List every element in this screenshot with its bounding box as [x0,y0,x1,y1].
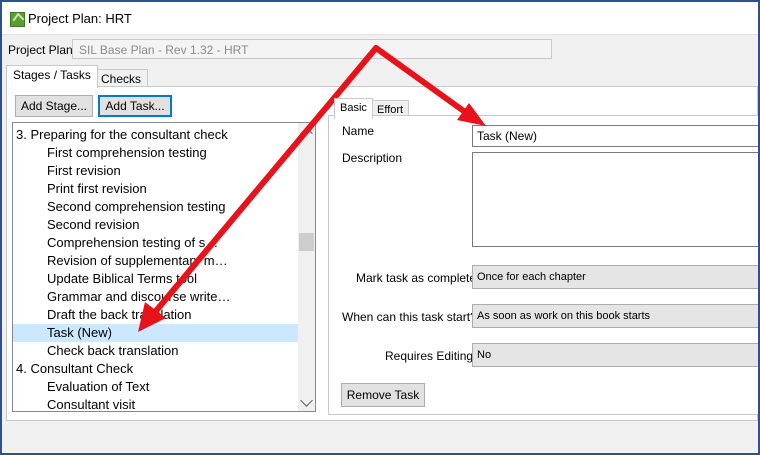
tree-task[interactable]: Update Biblical Terms tool [13,270,315,288]
start-condition-label: When can this task start? [342,310,477,324]
task-detail-panel: Name Task (New) Description Mark task as… [328,115,758,415]
add-task-button[interactable]: Add Task... [98,95,172,117]
tree-stage[interactable]: 4. Consultant Check [13,360,302,378]
tab-basic[interactable]: Basic [334,98,373,119]
requires-editing-select[interactable]: No [472,343,758,367]
tree-task[interactable]: Revision of supplementary m… [13,252,315,270]
tree-task[interactable]: Consultant visit [13,396,315,411]
add-stage-button[interactable]: Add Stage... [15,95,93,117]
scroll-up-icon[interactable] [300,127,313,140]
app-logo-icon [10,12,25,27]
scroll-thumb[interactable] [299,233,314,251]
tree-task[interactable]: Grammar and discourse write… [13,288,315,306]
tree-stage[interactable]: 3. Preparing for the consultant check [13,126,302,144]
remove-task-button[interactable]: Remove Task [341,383,425,407]
project-plan-field[interactable]: SIL Base Plan - Rev 1.32 - HRT [72,39,552,59]
requires-editing-label: Requires Editing [385,349,474,363]
tree-task[interactable]: Check back translation [13,342,315,360]
tree-task-selected[interactable]: Task (New) [13,324,315,342]
tree-task[interactable]: First revision [13,162,315,180]
description-label: Description [342,151,403,165]
name-label: Name [342,124,375,138]
task-name-input[interactable]: Task (New) [472,125,758,147]
start-condition-select[interactable]: As soon as work on this book starts [472,304,758,328]
description-textarea[interactable] [472,152,758,247]
tree-task[interactable]: Second comprehension testing [13,198,315,216]
mark-complete-select[interactable]: Once for each chapter [472,265,758,289]
tree-task[interactable]: Second revision [13,216,315,234]
tree-scrollbar[interactable] [298,123,315,411]
project-plan-window: Project Plan: HRT Project Plan: SIL Base… [2,2,758,453]
stages-tree[interactable]: 3. Preparing for the consultant check Fi… [12,122,316,412]
tree-task[interactable]: Print first revision [13,180,315,198]
tree-task[interactable]: Comprehension testing of s… [13,234,315,252]
tree-task[interactable]: Evaluation of Text [13,378,315,396]
project-plan-label: Project Plan: [8,43,77,57]
window-title: Project Plan: HRT [28,11,132,26]
tree-task[interactable]: Draft the back translation [13,306,315,324]
tab-stages-tasks[interactable]: Stages / Tasks [6,65,98,88]
title-bar: Project Plan: HRT [2,2,758,35]
scroll-down-icon[interactable] [300,394,313,407]
mark-complete-label: Mark task as complete [356,271,477,285]
tree-task[interactable]: First comprehension testing [13,144,315,162]
